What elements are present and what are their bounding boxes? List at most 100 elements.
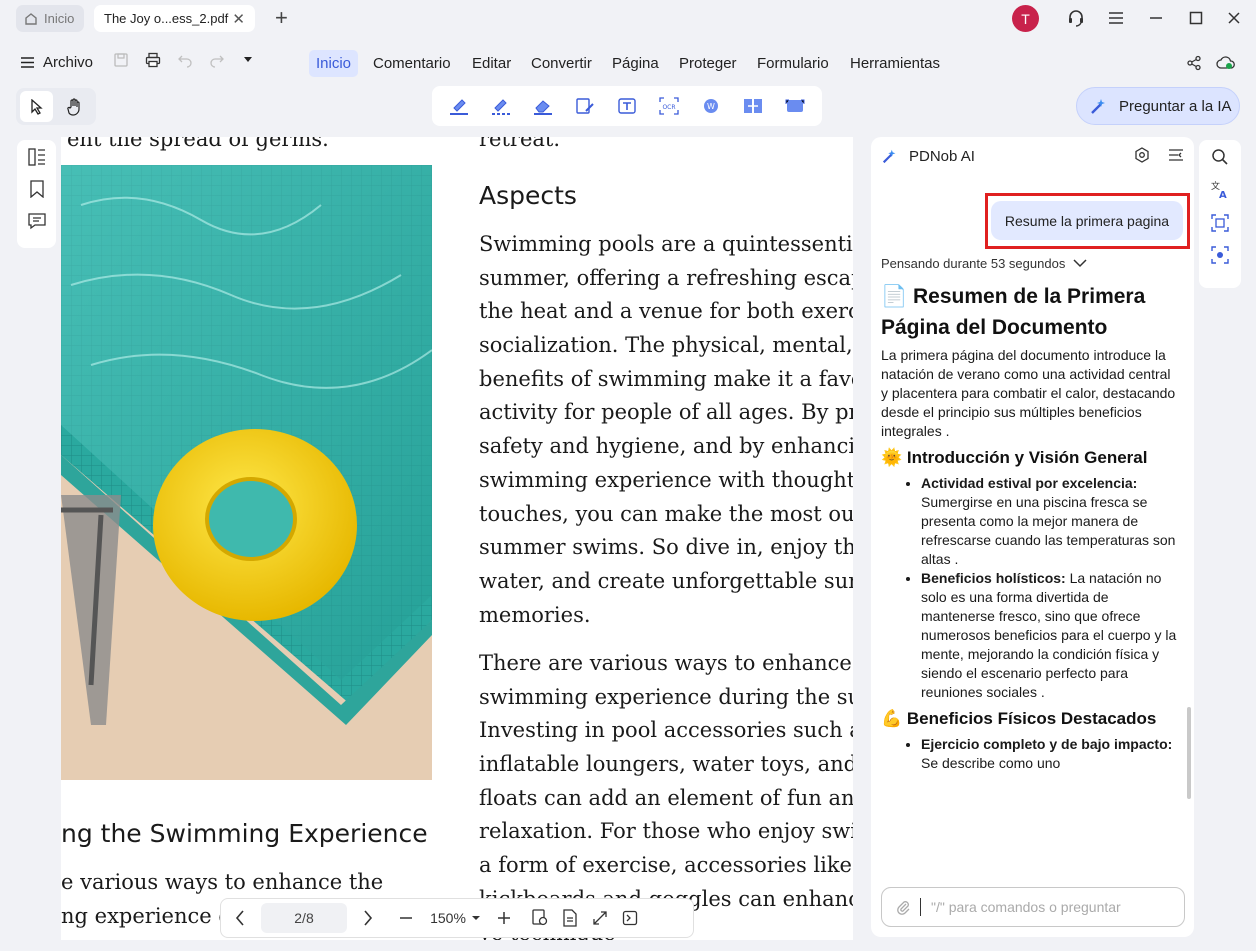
menu-herramientas[interactable]: Herramientas <box>843 50 947 77</box>
pool-photo <box>61 165 432 780</box>
tab-home-label: Inicio <box>44 11 75 26</box>
menu-bar: Archivo Inicio Comentario Editar Convert… <box>0 44 1256 84</box>
edit-text-icon[interactable] <box>572 94 598 118</box>
doc-line: swimming experience with thoughtfu <box>479 467 853 492</box>
print-icon[interactable] <box>145 52 161 68</box>
headset-icon[interactable] <box>1061 4 1091 32</box>
compare-icon[interactable] <box>740 94 766 118</box>
prev-page-icon[interactable] <box>225 903 255 933</box>
svg-text:A: A <box>1219 190 1227 200</box>
undo-icon[interactable] <box>177 52 193 68</box>
doc-line: swimming experience during the sun <box>479 684 853 709</box>
list-item-text: La natación no solo es una forma diverti… <box>921 570 1177 700</box>
menu-comentario[interactable]: Comentario <box>366 50 458 77</box>
doc-line: Swimming pools are a quintessential <box>479 232 853 256</box>
ai-response: 📄 Resumen de la Primera Página del Docum… <box>881 281 1177 875</box>
new-tab-icon[interactable]: + <box>275 6 288 30</box>
ask-ai-button[interactable]: Preguntar a la IA <box>1076 87 1240 125</box>
next-page-icon[interactable] <box>353 903 383 933</box>
menu-proteger[interactable]: Proteger <box>672 50 744 77</box>
avatar[interactable]: T <box>1012 5 1039 32</box>
ai-history-icon[interactable] <box>1168 147 1184 163</box>
quick-access-dropdown-icon[interactable] <box>243 54 253 64</box>
list-item-text: Se describe como uno <box>921 755 1061 771</box>
home-icon <box>24 12 38 26</box>
ai-chat-input[interactable]: "/" para comandos o preguntar <box>881 887 1185 927</box>
archivo-menu[interactable]: Archivo <box>20 54 93 71</box>
doc-paragraph-2: There are various ways to enhance th swim… <box>479 647 853 940</box>
thumbnails-icon[interactable] <box>27 148 46 166</box>
doc-line: e various ways to enhance the <box>61 870 384 894</box>
redo-icon[interactable] <box>209 52 225 68</box>
menu-pagina[interactable]: Página <box>605 50 666 77</box>
ai-response-title-text: Resumen de la Primera Página del Documen… <box>881 285 1146 339</box>
menu-convertir[interactable]: Convertir <box>524 50 599 77</box>
cloud-sync-icon[interactable] <box>1216 55 1236 71</box>
menu-inicio[interactable]: Inicio <box>309 50 359 77</box>
translate-icon[interactable]: 文A <box>1210 180 1230 200</box>
search-icon[interactable] <box>1211 148 1229 166</box>
title-bar: Inicio The Joy o...ess_2.pdf ✕ + T <box>0 0 1256 38</box>
bookmark-icon[interactable] <box>29 180 45 198</box>
sun-emoji-icon: 🌞 <box>881 448 903 467</box>
add-text-icon[interactable] <box>614 94 640 118</box>
ai-section-2-title-text: Beneficios Físicos Destacados <box>906 709 1157 728</box>
save-icon[interactable] <box>113 52 129 68</box>
ocr-icon[interactable]: OCR <box>656 94 682 118</box>
comments-icon[interactable] <box>27 212 46 230</box>
fit-page-icon[interactable] <box>525 903 555 933</box>
menu-formulario[interactable]: Formulario <box>750 50 836 77</box>
menu-editar[interactable]: Editar <box>465 50 518 77</box>
ai-response-intro: La primera página del documento introduc… <box>881 347 1176 439</box>
ai-sparkle-icon <box>1089 96 1109 116</box>
doc-paragraph-1: Swimming pools are a quintessential summe… <box>479 228 853 632</box>
doc-heading-enhancing: ng the Swimming Experience <box>61 819 428 848</box>
left-sidebar <box>17 140 56 248</box>
tab-home[interactable]: Inicio <box>16 5 84 32</box>
doc-line: Investing in pool accessories such as <box>479 718 853 743</box>
screen-capture-icon[interactable] <box>1211 246 1229 264</box>
doc-line: inflatable loungers, water toys, and p <box>479 752 853 777</box>
zoom-select[interactable]: 150% <box>421 910 489 926</box>
zoom-in-icon[interactable] <box>489 903 519 933</box>
page-number-input[interactable]: 2/8 <box>261 903 347 933</box>
hand-tool-icon[interactable] <box>58 91 91 122</box>
attachment-icon[interactable] <box>896 899 910 915</box>
doc-line: There are various ways to enhance th <box>479 651 853 675</box>
collapse-panel-icon[interactable] <box>615 903 645 933</box>
select-cursor-icon[interactable] <box>20 91 53 122</box>
ai-scrollbar[interactable] <box>1187 707 1191 799</box>
doc-line: activity for people of all ages. By prio <box>479 400 853 425</box>
right-rail: 文A <box>1199 140 1241 288</box>
pdf-to-word-icon[interactable]: W <box>698 94 724 118</box>
fullscreen-icon[interactable] <box>585 903 615 933</box>
chevron-down-icon <box>1073 259 1087 268</box>
ai-section-2-title: 💪 Beneficios Físicos Destacados <box>881 706 1177 732</box>
close-tab-icon[interactable]: ✕ <box>232 10 245 28</box>
minimize-icon[interactable] <box>1141 4 1171 32</box>
thinking-toggle[interactable]: Pensando durante 53 segundos <box>881 256 1087 271</box>
screenshot-ocr-icon[interactable] <box>1211 214 1229 232</box>
page-view-icon[interactable] <box>555 903 585 933</box>
svg-text:W: W <box>707 102 715 111</box>
area-highlight-icon[interactable] <box>488 94 514 118</box>
maximize-icon[interactable] <box>1181 4 1211 32</box>
tab-document[interactable]: The Joy o...ess_2.pdf ✕ <box>94 5 255 32</box>
document-emoji-icon: 📄 <box>881 285 908 308</box>
doc-line: touches, you can make the most out o <box>479 501 853 526</box>
doc-fragment-right: retreat. <box>479 137 561 151</box>
doc-line: memories. <box>479 602 591 627</box>
list-item-bold: Beneficios holísticos: <box>921 570 1066 586</box>
ai-panel-header: PDNob AI <box>871 137 1194 175</box>
close-window-icon[interactable] <box>1219 4 1249 32</box>
highlight-text-icon[interactable] <box>446 94 472 118</box>
share-icon[interactable] <box>1186 55 1202 71</box>
hamburger-icon <box>20 56 35 69</box>
zoom-out-icon[interactable] <box>391 903 421 933</box>
page-navigation-bar: 2/8 150% <box>220 898 694 938</box>
ai-settings-icon[interactable] <box>1134 147 1150 163</box>
eraser-icon[interactable] <box>530 94 556 118</box>
menu-icon[interactable] <box>1101 4 1131 32</box>
screen-record-icon[interactable] <box>782 94 808 118</box>
zoom-dropdown-icon <box>471 914 480 922</box>
